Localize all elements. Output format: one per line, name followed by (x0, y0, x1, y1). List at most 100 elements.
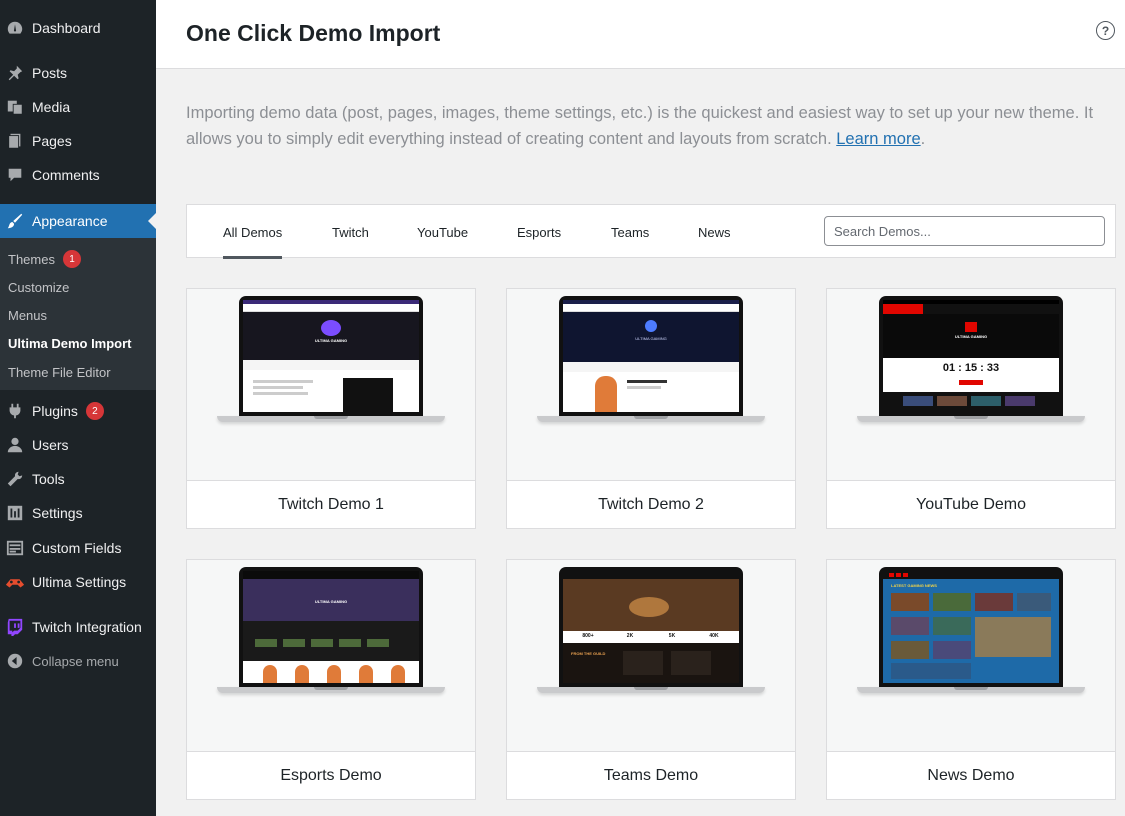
collapse-menu-button[interactable]: Collapse menu (0, 644, 156, 678)
menu-twitch-integration[interactable]: Twitch Integration (0, 610, 156, 644)
menu-ultima-settings[interactable]: Ultima Settings (0, 565, 156, 599)
menu-settings-label: Settings (32, 505, 83, 521)
demo-card-esports[interactable]: ULTIMA GAMING Esports Demo (186, 559, 476, 800)
menu-dashboard-label: Dashboard (32, 20, 101, 36)
preview-brand-text: ULTIMA GAMING (635, 336, 667, 341)
demo-preview-teams: 800+ 2K 5K 40K FROM THE GUILD (507, 560, 795, 752)
menu-tools-label: Tools (32, 471, 65, 487)
laptop-screen: ULTIMA GAMING 01 : 15 : 33 (879, 296, 1063, 416)
admin-sidebar: Dashboard Posts Media Pages Comments App… (0, 0, 156, 816)
demo-preview-esports: ULTIMA GAMING (187, 560, 475, 752)
submenu-customize[interactable]: Customize (8, 273, 69, 301)
demo-preview-news: LATEST GAMING NEWS (827, 560, 1115, 752)
themes-update-badge: 1 (62, 250, 81, 268)
user-icon (5, 435, 25, 455)
twitch-icon (5, 617, 25, 637)
demo-preview-youtube: ULTIMA GAMING 01 : 15 : 33 (827, 289, 1115, 481)
menu-media-label: Media (32, 99, 71, 115)
plugins-update-badge: 2 (85, 402, 104, 420)
preview-stat-3: 5K (668, 633, 676, 639)
menu-plugins[interactable]: Plugins 2 (0, 394, 156, 428)
menu-twitch-integration-label: Twitch Integration (32, 619, 142, 635)
appearance-submenu: Themes 1 Customize Menus Ultima Demo Imp… (0, 238, 156, 390)
demo-name: Twitch Demo 2 (598, 495, 704, 513)
preview-brand-text: ULTIMA GAMING (954, 334, 988, 339)
search-demos-input[interactable] (824, 216, 1105, 246)
menu-appearance[interactable]: Appearance (0, 204, 156, 238)
menu-ultima-settings-label: Ultima Settings (32, 574, 127, 590)
intro-body: Importing demo data (post, pages, images… (186, 104, 1094, 148)
laptop-screen: 800+ 2K 5K 40K FROM THE GUILD (559, 567, 743, 687)
menu-users[interactable]: Users (0, 428, 156, 462)
submenu-theme-file-editor[interactable]: Theme File Editor (8, 358, 111, 386)
submenu-ultima-demo-import-label: Ultima Demo Import (8, 335, 132, 351)
intro-text: Importing demo data (post, pages, images… (186, 100, 1116, 152)
demo-card-news[interactable]: LATEST GAMING NEWS News Demo (826, 559, 1116, 800)
preview-countdown: 01 : 15 : 33 (942, 362, 1000, 374)
menu-posts[interactable]: Posts (0, 56, 156, 90)
laptop-base (537, 416, 765, 422)
menu-posts-label: Posts (32, 65, 68, 81)
menu-dashboard[interactable]: Dashboard (0, 11, 156, 45)
learn-more-link[interactable]: Learn more (836, 130, 920, 148)
demo-preview-twitch-2: ULTIMA GAMING (507, 289, 795, 481)
demo-name: YouTube Demo (916, 495, 1026, 513)
comment-icon (5, 165, 25, 185)
tab-twitch[interactable]: Twitch (332, 205, 369, 259)
menu-pages[interactable]: Pages (0, 124, 156, 158)
tab-news[interactable]: News (698, 205, 731, 259)
submenu-themes-label: Themes (8, 251, 55, 267)
collapse-icon (5, 651, 25, 671)
help-icon[interactable]: ? (1096, 21, 1115, 40)
fields-icon (5, 538, 25, 558)
menu-comments[interactable]: Comments (0, 158, 156, 192)
tab-all-demos[interactable]: All Demos (223, 205, 283, 259)
menu-media[interactable]: Media (0, 90, 156, 124)
submenu-menus-label: Menus (8, 307, 48, 323)
menu-tools[interactable]: Tools (0, 462, 156, 496)
laptop-screen: ULTIMA GAMING (239, 296, 423, 416)
tab-esports[interactable]: Esports (517, 205, 561, 259)
media-icon (5, 97, 25, 117)
tab-youtube[interactable]: YouTube (417, 205, 468, 259)
laptop-screen: LATEST GAMING NEWS (879, 567, 1063, 687)
submenu-customize-label: Customize (8, 279, 70, 295)
menu-comments-label: Comments (32, 167, 100, 183)
laptop-base (857, 416, 1085, 422)
demo-preview-twitch-1: ULTIMA GAMING (187, 289, 475, 481)
preview-brand-text: ULTIMA GAMING (314, 338, 348, 343)
menu-pages-label: Pages (32, 133, 72, 149)
preview-stat-2: 2K (626, 633, 634, 639)
preview-brand-text: ULTIMA GAMING (314, 599, 348, 604)
demo-card-twitch-1[interactable]: ULTIMA GAMING Twitch Demo 1 (186, 288, 476, 529)
demo-card-twitch-2[interactable]: ULTIMA GAMING Twitch Demo 2 (506, 288, 796, 529)
demo-card-youtube[interactable]: ULTIMA GAMING 01 : 15 : 33 YouTube Demo (826, 288, 1116, 529)
laptop-base (217, 687, 445, 693)
demo-card-teams[interactable]: 800+ 2K 5K 40K FROM THE GUILD Teams Demo (506, 559, 796, 800)
preview-stat-4: 40K (709, 633, 719, 639)
menu-custom-fields[interactable]: Custom Fields (0, 531, 156, 565)
menu-settings[interactable]: Settings (0, 496, 156, 530)
menu-custom-fields-label: Custom Fields (32, 540, 122, 556)
pin-icon (5, 63, 25, 83)
laptop-screen: ULTIMA GAMING (239, 567, 423, 687)
preview-heading: FROM THE GUILD (571, 651, 606, 656)
preview-stat-1: 800+ (582, 633, 594, 639)
demo-name: Twitch Demo 1 (278, 495, 384, 513)
tab-teams[interactable]: Teams (611, 205, 649, 259)
plug-icon (5, 401, 25, 421)
laptop-base (857, 687, 1085, 693)
demo-name: Esports Demo (280, 766, 382, 784)
page-header: One Click Demo Import ? (156, 0, 1125, 69)
submenu-theme-file-editor-label: Theme File Editor (8, 364, 111, 380)
menu-users-label: Users (32, 437, 69, 453)
intro-end: . (920, 130, 926, 148)
submenu-themes[interactable]: Themes 1 (8, 245, 81, 273)
menu-plugins-label: Plugins (32, 403, 78, 419)
submenu-menus[interactable]: Menus (8, 301, 47, 329)
collapse-menu-label: Collapse menu (32, 653, 119, 669)
wrench-icon (5, 469, 25, 489)
laptop-screen: ULTIMA GAMING (559, 296, 743, 416)
pages-icon (5, 131, 25, 151)
submenu-ultima-demo-import[interactable]: Ultima Demo Import (8, 329, 132, 357)
